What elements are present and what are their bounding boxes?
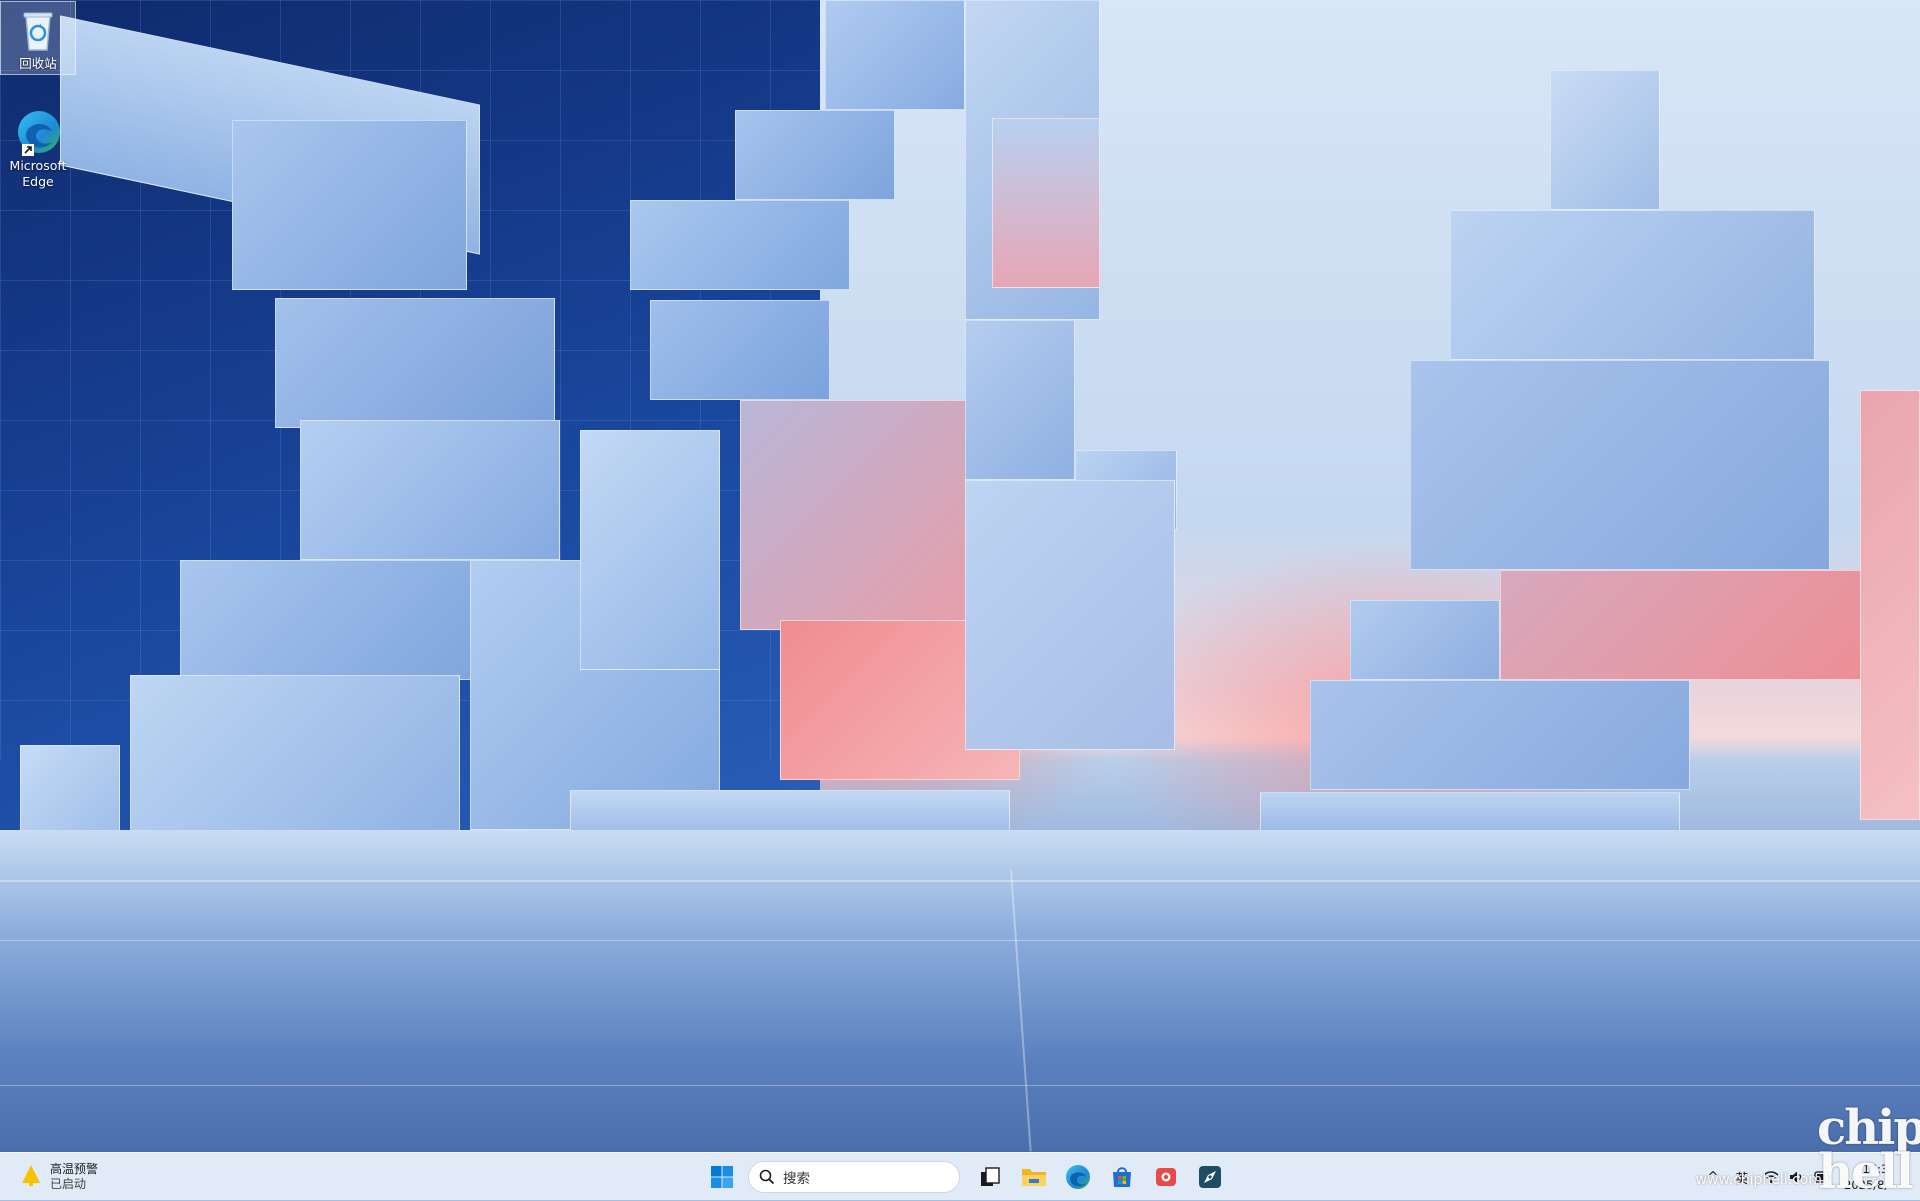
- taskbar-microsoft-store[interactable]: [1102, 1157, 1142, 1197]
- wallpaper-cube: [965, 320, 1075, 480]
- taskbar-edge[interactable]: [1058, 1157, 1098, 1197]
- search-icon: [759, 1169, 775, 1185]
- floor-line: [0, 1085, 1920, 1086]
- wallpaper-cube: [1350, 600, 1500, 680]
- wallpaper-cube: [1500, 570, 1900, 680]
- weather-status: 已启动: [50, 1177, 87, 1191]
- floor-line: [1010, 869, 1032, 1152]
- wallpaper-cube: [1550, 70, 1660, 210]
- watermark-url: www.chiphell.com: [1695, 1172, 1822, 1188]
- desktop-icon-label: 回收站: [19, 56, 57, 71]
- edge-icon: [14, 108, 62, 156]
- search-placeholder: 搜索: [783, 1171, 810, 1187]
- edge-icon: [1066, 1165, 1090, 1189]
- weather-warning-icon: [20, 1163, 42, 1191]
- windows-start-icon: [711, 1166, 733, 1188]
- taskbar-task-view[interactable]: [970, 1157, 1010, 1197]
- watermark-logo: chip hell: [1817, 1100, 1920, 1200]
- desktop-icon-edge[interactable]: Microsoft Edge: [1, 104, 75, 190]
- wallpaper-cube: [1450, 210, 1815, 360]
- site-watermark: chip hell www.chiphell.com: [1696, 1100, 1920, 1200]
- wallpaper-cube: [1410, 360, 1830, 570]
- compass-app-icon: [1199, 1166, 1221, 1188]
- weather-widget[interactable]: 高温预警 已启动: [20, 1161, 98, 1193]
- wallpaper-cube: [650, 300, 830, 400]
- wallpaper-cube: [630, 200, 850, 290]
- taskbar-center: 搜索: [700, 1153, 1232, 1201]
- floor-line: [0, 880, 1920, 882]
- taskbar-file-explorer[interactable]: [1014, 1157, 1054, 1197]
- floor-line: [0, 940, 1920, 941]
- start-button[interactable]: [702, 1157, 742, 1197]
- task-view-icon: [981, 1167, 1000, 1186]
- weather-title: 高温预警: [50, 1162, 99, 1176]
- store-icon: [1113, 1167, 1131, 1187]
- wallpaper-cube: [275, 298, 555, 428]
- wallpaper-cube: [180, 560, 480, 680]
- wallpaper-cube: [300, 420, 560, 560]
- taskbar-app[interactable]: [1190, 1157, 1230, 1197]
- wallpaper-cube: [1310, 680, 1690, 790]
- desktop-wallpaper: [0, 0, 1920, 1152]
- wallpaper-floor: [0, 830, 1920, 1152]
- wallpaper-cube: [825, 0, 965, 110]
- wallpaper-cube: [130, 675, 460, 845]
- taskbar: 高温预警 已启动 搜索 ^ 英 16:3 2025/8/: [0, 1152, 1920, 1200]
- desktop-icon-label: Microsoft Edge: [9, 158, 67, 189]
- wallpaper-cube: [965, 480, 1175, 750]
- folder-icon: [1022, 1169, 1046, 1186]
- search-box[interactable]: 搜索: [748, 1161, 960, 1193]
- wallpaper-cube: [232, 120, 467, 290]
- recycle-bin-icon: [14, 6, 62, 54]
- wallpaper-cube: [580, 430, 720, 670]
- red-app-icon: [1156, 1168, 1176, 1186]
- wallpaper-cube: [740, 400, 970, 630]
- desktop-icon-recycle-bin[interactable]: 回收站: [0, 1, 76, 75]
- wallpaper-cube: [992, 118, 1100, 288]
- wallpaper-cube: [735, 110, 895, 200]
- taskbar-recorder[interactable]: [1146, 1157, 1186, 1197]
- wallpaper-cube: [1860, 390, 1920, 820]
